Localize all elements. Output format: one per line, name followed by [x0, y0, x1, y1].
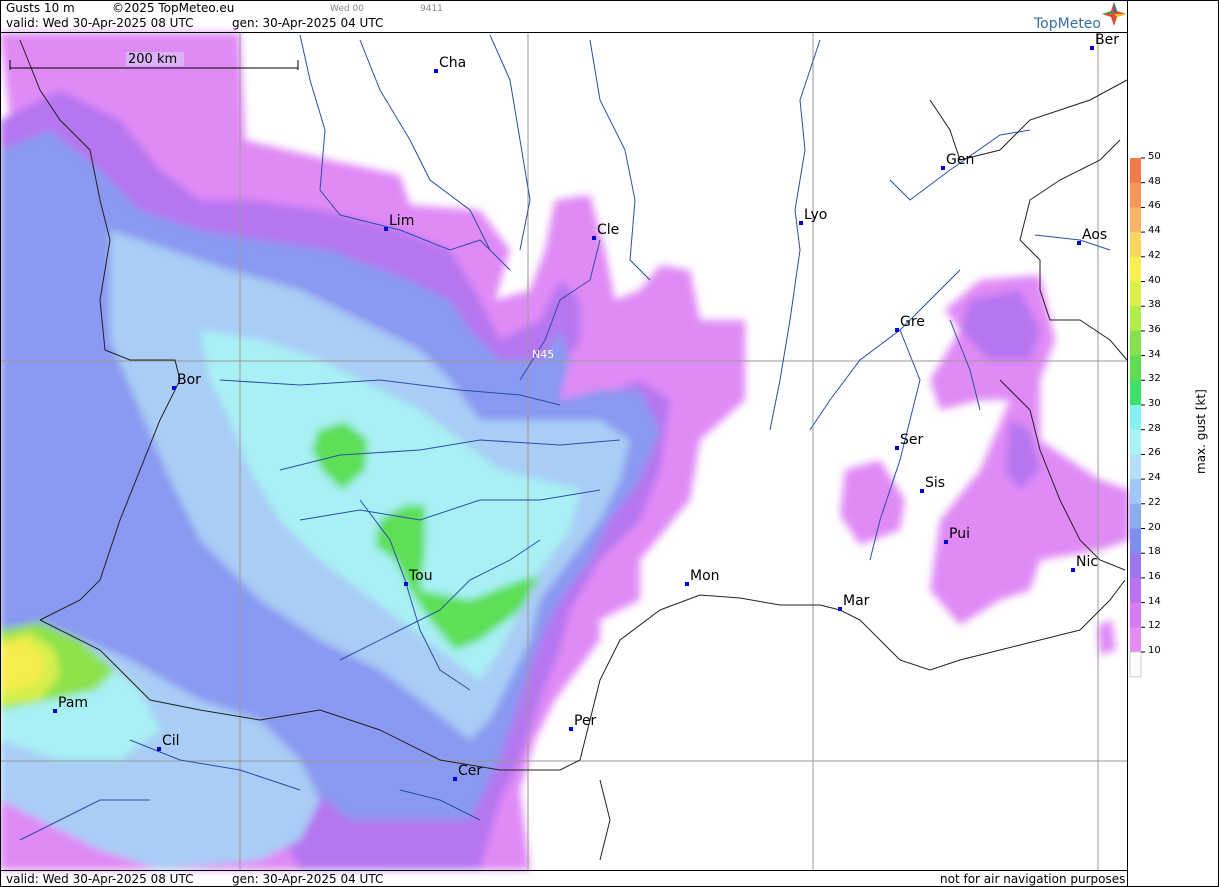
- legend-swatch: [1130, 232, 1141, 258]
- city-marker: [53, 709, 57, 713]
- legend-swatch: [1130, 355, 1141, 381]
- legend-label: 42: [1148, 249, 1161, 261]
- legend-label: 16: [1148, 570, 1161, 582]
- legend-swatch-blank: [1129, 651, 1142, 678]
- city-marker: [895, 328, 899, 332]
- city-label: Pui: [949, 526, 970, 542]
- city-label: Ber: [1095, 32, 1119, 48]
- legend-swatch: [1130, 577, 1141, 604]
- city-label: Nic: [1076, 554, 1099, 570]
- city-marker: [172, 386, 176, 390]
- legend-label: 26: [1148, 447, 1161, 459]
- footer-generated-time: gen: 30-Apr-2025 04 UTC: [232, 872, 384, 886]
- legend-label: 14: [1148, 595, 1161, 607]
- legend-label: 18: [1148, 546, 1161, 558]
- city-marker: [799, 221, 803, 225]
- city-label: Tou: [409, 568, 433, 584]
- city-label: Cer: [458, 763, 483, 779]
- legend-label: 28: [1148, 422, 1161, 434]
- city-label: Mon: [690, 568, 720, 584]
- footer-valid-time: valid: Wed 30-Apr-2025 08 UTC: [6, 872, 194, 886]
- legend-title: max. gust [kt]: [1194, 389, 1208, 474]
- legend-label: 12: [1148, 620, 1161, 632]
- legend-swatch: [1130, 503, 1141, 529]
- legend-swatch: [1130, 281, 1141, 307]
- run-label: Wed 00: [330, 4, 364, 14]
- city-marker: [941, 166, 945, 170]
- disclaimer: not for air navigation purposes: [940, 872, 1126, 886]
- city-marker: [920, 489, 924, 493]
- run-code: 9411: [420, 4, 443, 14]
- latitude-label: N45: [532, 348, 555, 361]
- city-label: Cil: [162, 733, 180, 749]
- legend-swatch: [1130, 454, 1141, 480]
- legend-label: 38: [1148, 299, 1161, 311]
- city-marker: [944, 540, 948, 544]
- legend-label: 24: [1148, 472, 1161, 484]
- valid-time: valid: Wed 30-Apr-2025 08 UTC: [6, 16, 194, 30]
- legend-label: 32: [1148, 373, 1161, 385]
- legend-label: 30: [1148, 398, 1161, 409]
- city-marker: [1071, 568, 1075, 572]
- city-label: Gen: [946, 152, 975, 168]
- city-marker: [569, 727, 573, 731]
- legend-swatch: [1130, 306, 1141, 332]
- city-marker: [157, 747, 161, 751]
- copyright-text: ©2025 TopMeteo.eu: [112, 1, 235, 15]
- legend-swatch: [1130, 256, 1141, 282]
- logo-text: TopMeteo: [1034, 16, 1101, 32]
- city-label: Lyo: [804, 207, 828, 223]
- legend-label: 34: [1148, 348, 1161, 360]
- gust-map: [0, 0, 1219, 887]
- city-label: Cha: [439, 55, 467, 71]
- legend-label: 44: [1148, 225, 1161, 237]
- legend-swatch: [1130, 182, 1141, 208]
- city-marker: [895, 446, 899, 450]
- legend-swatch: [1130, 429, 1141, 455]
- city-label: Cle: [597, 222, 620, 238]
- city-marker: [1090, 46, 1094, 50]
- legend-swatch: [1130, 479, 1141, 505]
- legend-label: 46: [1148, 200, 1161, 212]
- legend-label: 22: [1148, 496, 1161, 508]
- city-label: Mar: [843, 593, 870, 609]
- legend-swatch: [1130, 528, 1141, 554]
- scale-bar-label: 200 km: [128, 52, 178, 67]
- legend-swatch: [1130, 380, 1141, 406]
- legend-swatch: [1130, 627, 1141, 653]
- legend-swatch: [1130, 553, 1141, 579]
- legend-swatch: [1130, 405, 1141, 431]
- legend-swatch: [1130, 330, 1141, 357]
- city-marker: [404, 582, 408, 586]
- city-label: Sis: [925, 475, 946, 491]
- legend-label: 40: [1148, 274, 1161, 286]
- legend-label: 36: [1148, 323, 1161, 335]
- city-label: Aos: [1082, 227, 1108, 243]
- city-label: Gre: [900, 314, 925, 330]
- legend-label: 50: [1148, 151, 1161, 162]
- city-marker: [453, 777, 457, 781]
- legend-label: 48: [1148, 175, 1161, 187]
- city-label: Bor: [177, 372, 201, 388]
- city-marker: [592, 236, 596, 240]
- legend-label: 20: [1148, 521, 1161, 533]
- city-marker: [685, 582, 689, 586]
- legend-swatch: [1130, 207, 1141, 233]
- city-label: Lim: [389, 213, 415, 229]
- city-marker: [838, 607, 842, 611]
- map-title: Gusts 10 m: [6, 1, 75, 15]
- city-label: Ser: [900, 432, 924, 448]
- generated-time: gen: 30-Apr-2025 04 UTC: [232, 16, 384, 30]
- city-marker: [434, 69, 438, 73]
- city-label: Per: [574, 713, 597, 729]
- city-label: Pam: [58, 695, 89, 711]
- legend-label: 10: [1148, 645, 1161, 656]
- legend-swatch: [1130, 158, 1141, 184]
- city-marker: [384, 227, 388, 231]
- city-marker: [1077, 241, 1081, 245]
- legend-swatch: [1130, 602, 1141, 628]
